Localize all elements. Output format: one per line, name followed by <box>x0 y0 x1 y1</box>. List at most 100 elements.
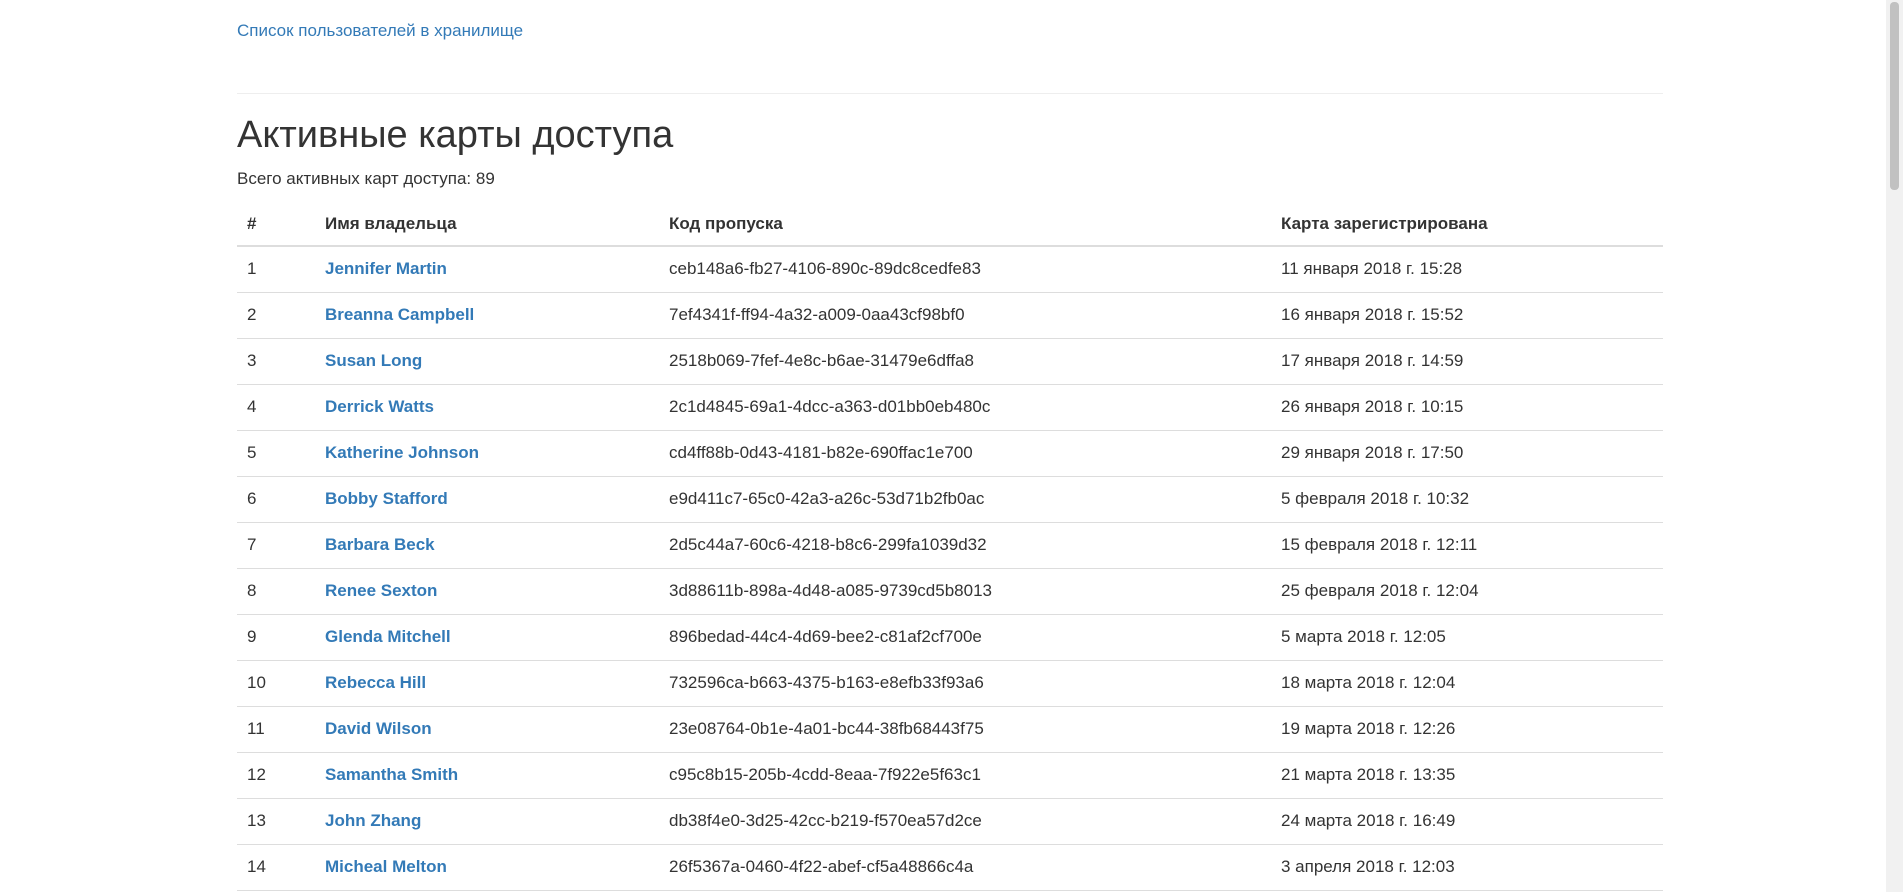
owner-cell: Samantha Smith <box>315 752 659 799</box>
table-header-row: # Имя владельца Код пропуска Карта зарег… <box>237 202 1663 247</box>
registration-date: 19 марта 2018 г. 12:26 <box>1271 706 1663 753</box>
table-row: 6 Bobby Stafford e9d411c7-65c0-42a3-a26c-5… <box>237 476 1663 523</box>
table-row: 8 Renee Sexton 3d88611b-898a-4d48-a085-973… <box>237 568 1663 615</box>
registration-date: 5 марта 2018 г. 12:05 <box>1271 614 1663 661</box>
pass-code: 2c1d4845-69a1-4dcc-a363-d01bb0eb480c <box>659 384 1271 431</box>
row-number: 3 <box>237 338 315 385</box>
table-row: 12 Samantha Smith c95c8b15-205b-4cdd-8eaa-… <box>237 752 1663 799</box>
owner-name-link[interactable]: Renee Sexton <box>325 581 437 600</box>
table-row: 5 Katherine Johnson cd4ff88b-0d43-4181-b82… <box>237 430 1663 477</box>
owner-name-link[interactable]: Micheal Melton <box>325 857 447 876</box>
row-number: 1 <box>237 246 315 293</box>
row-number: 2 <box>237 292 315 339</box>
table-row: 10 Rebecca Hill 732596ca-b663-4375-b163-e8… <box>237 660 1663 707</box>
access-cards-table: # Имя владельца Код пропуска Карта зарег… <box>237 202 1663 891</box>
registration-date: 21 марта 2018 г. 13:35 <box>1271 752 1663 799</box>
registration-date: 15 февраля 2018 г. 12:11 <box>1271 522 1663 569</box>
owner-cell: John Zhang <box>315 798 659 845</box>
owner-name-link[interactable]: Jennifer Martin <box>325 259 447 278</box>
table-row: 11 David Wilson 23e08764-0b1e-4a01-bc44-38… <box>237 706 1663 753</box>
row-number: 5 <box>237 430 315 477</box>
pass-code: 2518b069-7fef-4e8c-b6ae-31479e6dffa8 <box>659 338 1271 385</box>
pass-code: 3d88611b-898a-4d48-a085-9739cd5b8013 <box>659 568 1271 615</box>
row-number: 7 <box>237 522 315 569</box>
row-number: 13 <box>237 798 315 845</box>
column-header-code: Код пропуска <box>659 202 1271 247</box>
row-number: 4 <box>237 384 315 431</box>
vertical-scrollbar[interactable] <box>1886 0 1903 892</box>
owner-cell: Bobby Stafford <box>315 476 659 523</box>
summary-label: Всего активных карт доступа: <box>237 169 472 188</box>
owner-cell: Glenda Mitchell <box>315 614 659 661</box>
pass-code: 26f5367a-0460-4f22-abef-cf5a48866c4a <box>659 844 1271 891</box>
registration-date: 5 февраля 2018 г. 10:32 <box>1271 476 1663 523</box>
pass-code: c95c8b15-205b-4cdd-8eaa-7f922e5f63c1 <box>659 752 1271 799</box>
pass-code: e9d411c7-65c0-42a3-a26c-53d71b2fb0ac <box>659 476 1271 523</box>
row-number: 12 <box>237 752 315 799</box>
column-header-owner: Имя владельца <box>315 202 659 247</box>
registration-date: 18 марта 2018 г. 12:04 <box>1271 660 1663 707</box>
owner-name-link[interactable]: John Zhang <box>325 811 421 830</box>
owner-cell: Barbara Beck <box>315 522 659 569</box>
registration-date: 17 января 2018 г. 14:59 <box>1271 338 1663 385</box>
owner-cell: Breanna Campbell <box>315 292 659 339</box>
row-number: 10 <box>237 660 315 707</box>
registration-date: 24 марта 2018 г. 16:49 <box>1271 798 1663 845</box>
owner-cell: Susan Long <box>315 338 659 385</box>
owner-name-link[interactable]: Bobby Stafford <box>325 489 448 508</box>
summary-count: 89 <box>475 169 495 188</box>
table-row: 14 Micheal Melton 26f5367a-0460-4f22-abef-… <box>237 844 1663 891</box>
owner-name-link[interactable]: Barbara Beck <box>325 535 435 554</box>
owner-name-link[interactable]: Glenda Mitchell <box>325 627 451 646</box>
table-row: 2 Breanna Campbell 7ef4341f-ff94-4a32-a009… <box>237 292 1663 339</box>
owner-cell: Micheal Melton <box>315 844 659 891</box>
row-number: 6 <box>237 476 315 523</box>
owner-cell: Derrick Watts <box>315 384 659 431</box>
pass-code: 23e08764-0b1e-4a01-bc44-38fb68443f75 <box>659 706 1271 753</box>
header-divider <box>237 93 1663 94</box>
page: Список пользователей в хранилище Активны… <box>0 0 1903 892</box>
registration-date: 25 февраля 2018 г. 12:04 <box>1271 568 1663 615</box>
owner-cell: Rebecca Hill <box>315 660 659 707</box>
registration-date: 11 января 2018 г. 15:28 <box>1271 246 1663 293</box>
table-row: 13 John Zhang db38f4e0-3d25-42cc-b219-f570… <box>237 798 1663 845</box>
row-number: 9 <box>237 614 315 661</box>
scrollbar-thumb[interactable] <box>1890 2 1899 190</box>
owner-name-link[interactable]: Susan Long <box>325 351 422 370</box>
owner-name-link[interactable]: Breanna Campbell <box>325 305 474 324</box>
owner-cell: Jennifer Martin <box>315 246 659 293</box>
owner-cell: David Wilson <box>315 706 659 753</box>
table-row: 9 Glenda Mitchell 896bedad-44c4-4d69-bee2-… <box>237 614 1663 661</box>
pass-code: ceb148a6-fb27-4106-890c-89dc8cedfe83 <box>659 246 1271 293</box>
registration-date: 3 апреля 2018 г. 12:03 <box>1271 844 1663 891</box>
registration-date: 29 января 2018 г. 17:50 <box>1271 430 1663 477</box>
table-row: 7 Barbara Beck 2d5c44a7-60c6-4218-b8c6-299… <box>237 522 1663 569</box>
owner-cell: Katherine Johnson <box>315 430 659 477</box>
main-container: Список пользователей в хранилище Активны… <box>237 0 1663 891</box>
storage-users-link[interactable]: Список пользователей в хранилище <box>237 20 1663 42</box>
pass-code: 732596ca-b663-4375-b163-e8efb33f93a6 <box>659 660 1271 707</box>
pass-code: 896bedad-44c4-4d69-bee2-c81af2cf700e <box>659 614 1271 661</box>
column-header-registered: Карта зарегистрирована <box>1271 202 1663 247</box>
pass-code: db38f4e0-3d25-42cc-b219-f570ea57d2ce <box>659 798 1271 845</box>
pass-code: 7ef4341f-ff94-4a32-a009-0aa43cf98bf0 <box>659 292 1271 339</box>
table-row: 4 Derrick Watts 2c1d4845-69a1-4dcc-a363-d0… <box>237 384 1663 431</box>
owner-name-link[interactable]: Katherine Johnson <box>325 443 479 462</box>
table-row: 1 Jennifer Martin ceb148a6-fb27-4106-890c-… <box>237 246 1663 293</box>
registration-date: 26 января 2018 г. 10:15 <box>1271 384 1663 431</box>
page-title: Активные карты доступа <box>237 114 674 156</box>
active-cards-summary: Всего активных карт доступа: 89 <box>237 168 1663 190</box>
row-number: 8 <box>237 568 315 615</box>
owner-name-link[interactable]: Samantha Smith <box>325 765 458 784</box>
row-number: 14 <box>237 844 315 891</box>
table-row: 3 Susan Long 2518b069-7fef-4e8c-b6ae-31479… <box>237 338 1663 385</box>
access-cards-table-body: 1 Jennifer Martin ceb148a6-fb27-4106-890c-… <box>237 246 1663 891</box>
registration-date: 16 января 2018 г. 15:52 <box>1271 292 1663 339</box>
owner-cell: Renee Sexton <box>315 568 659 615</box>
owner-name-link[interactable]: David Wilson <box>325 719 432 738</box>
column-header-number: # <box>237 202 315 247</box>
owner-name-link[interactable]: Rebecca Hill <box>325 673 426 692</box>
row-number: 11 <box>237 706 315 753</box>
pass-code: cd4ff88b-0d43-4181-b82e-690ffac1e700 <box>659 430 1271 477</box>
owner-name-link[interactable]: Derrick Watts <box>325 397 434 416</box>
